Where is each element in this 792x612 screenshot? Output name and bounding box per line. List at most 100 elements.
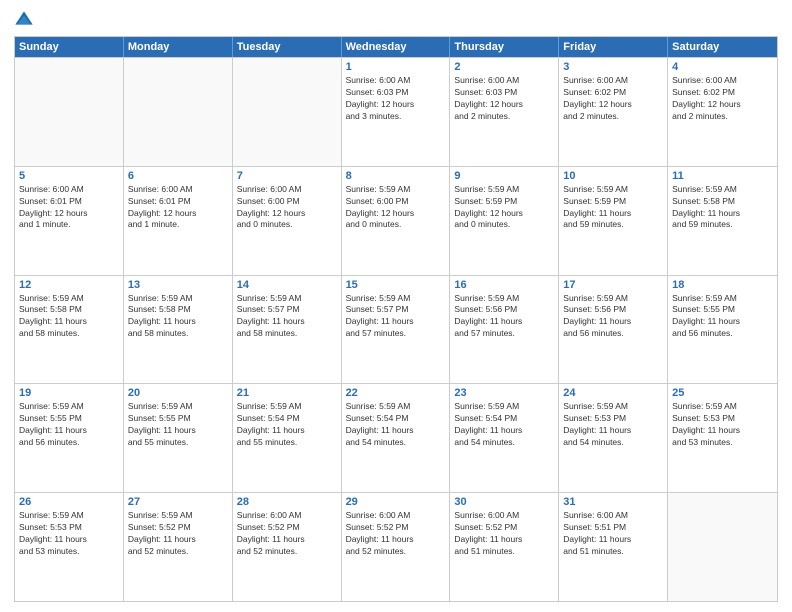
calendar-cell: 7 Sunrise: 6:00 AM Sunset: 6:00 PM Daylig… (233, 167, 342, 275)
calendar: SundayMondayTuesdayWednesdayThursdayFrid… (14, 36, 778, 602)
day-info: Sunrise: 5:59 AM Sunset: 5:53 PM Dayligh… (672, 401, 773, 449)
day-number: 14 (237, 279, 337, 291)
calendar-cell: 8 Sunrise: 5:59 AM Sunset: 6:00 PM Daylig… (342, 167, 451, 275)
calendar-cell (124, 58, 233, 166)
calendar-cell: 28 Sunrise: 6:00 AM Sunset: 5:52 PM Dayli… (233, 493, 342, 601)
day-info: Sunrise: 5:59 AM Sunset: 5:55 PM Dayligh… (19, 401, 119, 449)
day-info: Sunrise: 5:59 AM Sunset: 5:54 PM Dayligh… (346, 401, 446, 449)
day-info: Sunrise: 6:00 AM Sunset: 5:52 PM Dayligh… (454, 510, 554, 558)
day-info: Sunrise: 5:59 AM Sunset: 5:58 PM Dayligh… (128, 293, 228, 341)
day-number: 7 (237, 170, 337, 182)
day-number: 31 (563, 496, 663, 508)
day-info: Sunrise: 5:59 AM Sunset: 5:59 PM Dayligh… (563, 184, 663, 232)
day-info: Sunrise: 5:59 AM Sunset: 5:57 PM Dayligh… (346, 293, 446, 341)
day-number: 16 (454, 279, 554, 291)
day-number: 15 (346, 279, 446, 291)
calendar-body: 1 Sunrise: 6:00 AM Sunset: 6:03 PM Daylig… (15, 57, 777, 601)
day-info: Sunrise: 5:59 AM Sunset: 5:53 PM Dayligh… (19, 510, 119, 558)
calendar-cell: 5 Sunrise: 6:00 AM Sunset: 6:01 PM Daylig… (15, 167, 124, 275)
day-number: 6 (128, 170, 228, 182)
day-number: 30 (454, 496, 554, 508)
day-info: Sunrise: 5:59 AM Sunset: 5:56 PM Dayligh… (563, 293, 663, 341)
day-info: Sunrise: 5:59 AM Sunset: 5:52 PM Dayligh… (128, 510, 228, 558)
calendar-cell: 19 Sunrise: 5:59 AM Sunset: 5:55 PM Dayli… (15, 384, 124, 492)
day-number: 24 (563, 387, 663, 399)
day-info: Sunrise: 5:59 AM Sunset: 5:56 PM Dayligh… (454, 293, 554, 341)
day-info: Sunrise: 6:00 AM Sunset: 6:02 PM Dayligh… (563, 75, 663, 123)
day-info: Sunrise: 6:00 AM Sunset: 6:03 PM Dayligh… (454, 75, 554, 123)
calendar-cell: 26 Sunrise: 5:59 AM Sunset: 5:53 PM Dayli… (15, 493, 124, 601)
calendar-cell: 18Sunrise: 5:59 AM Sunset: 5:55 PM Dayli… (668, 276, 777, 384)
calendar-cell: 31 Sunrise: 6:00 AM Sunset: 5:51 PM Dayli… (559, 493, 668, 601)
day-number: 28 (237, 496, 337, 508)
calendar-cell: 1 Sunrise: 6:00 AM Sunset: 6:03 PM Daylig… (342, 58, 451, 166)
calendar-cell: 30 Sunrise: 6:00 AM Sunset: 5:52 PM Dayli… (450, 493, 559, 601)
page-header (14, 10, 778, 30)
day-info: Sunrise: 6:00 AM Sunset: 6:01 PM Dayligh… (19, 184, 119, 232)
day-info: Sunrise: 6:00 AM Sunset: 6:03 PM Dayligh… (346, 75, 446, 123)
calendar-cell: 6Sunrise: 6:00 AM Sunset: 6:01 PM Daylig… (124, 167, 233, 275)
day-number: 11 (672, 170, 773, 182)
weekday-header: Friday (559, 37, 668, 57)
calendar-cell: 16 Sunrise: 5:59 AM Sunset: 5:56 PM Dayli… (450, 276, 559, 384)
day-info: Sunrise: 5:59 AM Sunset: 5:59 PM Dayligh… (454, 184, 554, 232)
day-info: Sunrise: 5:59 AM Sunset: 5:58 PM Dayligh… (19, 293, 119, 341)
day-number: 4 (672, 61, 773, 73)
calendar-cell: 23Sunrise: 5:59 AM Sunset: 5:54 PM Dayli… (450, 384, 559, 492)
day-number: 5 (19, 170, 119, 182)
day-number: 25 (672, 387, 773, 399)
calendar-cell: 10 Sunrise: 5:59 AM Sunset: 5:59 PM Dayli… (559, 167, 668, 275)
calendar-cell (668, 493, 777, 601)
day-number: 3 (563, 61, 663, 73)
day-info: Sunrise: 5:59 AM Sunset: 5:58 PM Dayligh… (672, 184, 773, 232)
day-info: Sunrise: 6:00 AM Sunset: 6:00 PM Dayligh… (237, 184, 337, 232)
weekday-header: Tuesday (233, 37, 342, 57)
calendar-cell: 17Sunrise: 5:59 AM Sunset: 5:56 PM Dayli… (559, 276, 668, 384)
logo-icon (14, 10, 34, 30)
day-number: 1 (346, 61, 446, 73)
calendar-cell (233, 58, 342, 166)
calendar-cell: 15 Sunrise: 5:59 AM Sunset: 5:57 PM Dayli… (342, 276, 451, 384)
day-info: Sunrise: 5:59 AM Sunset: 5:57 PM Dayligh… (237, 293, 337, 341)
calendar-row: 12 Sunrise: 5:59 AM Sunset: 5:58 PM Dayli… (15, 275, 777, 384)
calendar-cell: 27Sunrise: 5:59 AM Sunset: 5:52 PM Dayli… (124, 493, 233, 601)
weekday-header: Thursday (450, 37, 559, 57)
day-info: Sunrise: 6:00 AM Sunset: 5:51 PM Dayligh… (563, 510, 663, 558)
day-number: 29 (346, 496, 446, 508)
calendar-cell: 12 Sunrise: 5:59 AM Sunset: 5:58 PM Dayli… (15, 276, 124, 384)
day-number: 10 (563, 170, 663, 182)
calendar-header: SundayMondayTuesdayWednesdayThursdayFrid… (15, 37, 777, 57)
day-number: 13 (128, 279, 228, 291)
calendar-row: 19 Sunrise: 5:59 AM Sunset: 5:55 PM Dayli… (15, 383, 777, 492)
day-number: 12 (19, 279, 119, 291)
day-number: 2 (454, 61, 554, 73)
day-info: Sunrise: 5:59 AM Sunset: 5:55 PM Dayligh… (672, 293, 773, 341)
calendar-cell: 20Sunrise: 5:59 AM Sunset: 5:55 PM Dayli… (124, 384, 233, 492)
day-info: Sunrise: 5:59 AM Sunset: 5:55 PM Dayligh… (128, 401, 228, 449)
day-number: 9 (454, 170, 554, 182)
day-info: Sunrise: 6:00 AM Sunset: 5:52 PM Dayligh… (237, 510, 337, 558)
calendar-cell: 25 Sunrise: 5:59 AM Sunset: 5:53 PM Dayli… (668, 384, 777, 492)
calendar-cell: 2 Sunrise: 6:00 AM Sunset: 6:03 PM Daylig… (450, 58, 559, 166)
calendar-cell: 3 Sunrise: 6:00 AM Sunset: 6:02 PM Daylig… (559, 58, 668, 166)
day-info: Sunrise: 5:59 AM Sunset: 6:00 PM Dayligh… (346, 184, 446, 232)
day-info: Sunrise: 6:00 AM Sunset: 6:02 PM Dayligh… (672, 75, 773, 123)
day-number: 21 (237, 387, 337, 399)
calendar-cell: 22 Sunrise: 5:59 AM Sunset: 5:54 PM Dayli… (342, 384, 451, 492)
calendar-row: 5 Sunrise: 6:00 AM Sunset: 6:01 PM Daylig… (15, 166, 777, 275)
day-info: Sunrise: 5:59 AM Sunset: 5:54 PM Dayligh… (237, 401, 337, 449)
calendar-cell: 9 Sunrise: 5:59 AM Sunset: 5:59 PM Daylig… (450, 167, 559, 275)
day-number: 26 (19, 496, 119, 508)
day-number: 8 (346, 170, 446, 182)
calendar-cell: 21 Sunrise: 5:59 AM Sunset: 5:54 PM Dayli… (233, 384, 342, 492)
day-info: Sunrise: 6:00 AM Sunset: 5:52 PM Dayligh… (346, 510, 446, 558)
calendar-cell: 11 Sunrise: 5:59 AM Sunset: 5:58 PM Dayli… (668, 167, 777, 275)
day-number: 22 (346, 387, 446, 399)
day-number: 19 (19, 387, 119, 399)
weekday-header: Sunday (15, 37, 124, 57)
calendar-row: 1 Sunrise: 6:00 AM Sunset: 6:03 PM Daylig… (15, 57, 777, 166)
weekday-header: Saturday (668, 37, 777, 57)
calendar-cell (15, 58, 124, 166)
logo (14, 10, 38, 30)
calendar-cell: 13 Sunrise: 5:59 AM Sunset: 5:58 PM Dayli… (124, 276, 233, 384)
